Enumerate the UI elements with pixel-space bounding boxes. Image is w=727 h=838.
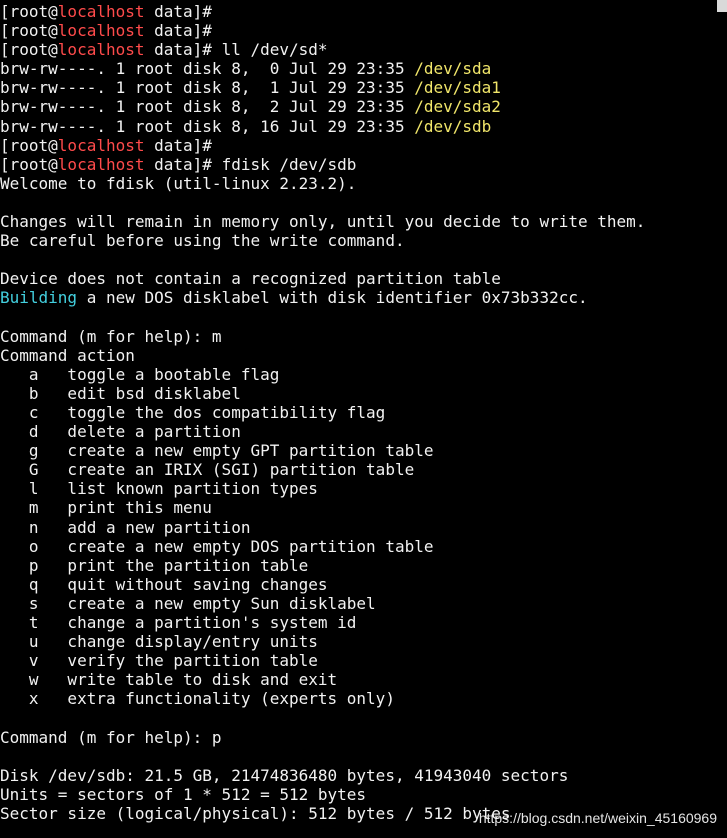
terminal-text-segment: a new DOS disklabel with disk identifier… [77, 288, 588, 308]
terminal-text-segment: Welcome to fdisk (util-linux 2.23.2). [0, 173, 357, 193]
terminal-text-segment: b edit bsd disklabel [0, 383, 241, 403]
terminal-line: brw-rw----. 1 root disk 8, 0 Jul 29 23:3… [0, 59, 727, 78]
terminal-text-segment: n add a new partition [0, 517, 251, 537]
terminal-text-segment: localhost [57, 135, 145, 155]
terminal-line: Welcome to fdisk (util-linux 2.23.2). [0, 174, 727, 193]
terminal-line: s create a new empty Sun disklabel [0, 594, 727, 613]
terminal-text-segment: d delete a partition [0, 422, 241, 442]
terminal-text-segment: data]# ll /dev/sd* [144, 40, 328, 60]
window-corner [717, 0, 727, 12]
terminal-line: c toggle the dos compatibility flag [0, 403, 727, 422]
terminal-line: [root@localhost data]# fdisk /dev/sdb [0, 155, 727, 174]
terminal-text-segment: w write table to disk and exit [0, 670, 338, 690]
terminal-text-segment: brw-rw----. 1 root disk 8, 1 Jul 29 23:3… [0, 78, 415, 98]
terminal-line: [root@localhost data]# [0, 136, 727, 155]
terminal-text-segment: a toggle a bootable flag [0, 364, 280, 384]
terminal-line: brw-rw----. 1 root disk 8, 2 Jul 29 23:3… [0, 97, 727, 116]
terminal-text-segment: [root@ [0, 135, 58, 155]
terminal-text-segment: [root@ [0, 154, 58, 174]
terminal-line: Units = sectors of 1 * 512 = 512 bytes [0, 785, 727, 804]
terminal-text-segment: Units = sectors of 1 * 512 = 512 bytes [0, 784, 367, 804]
terminal-text-segment: l list known partition types [0, 479, 318, 499]
terminal-line: [root@localhost data]# ll /dev/sd* [0, 40, 727, 59]
terminal-text-segment: G create an IRIX (SGI) partition table [0, 460, 415, 480]
terminal-text-segment: t change a partition's system id [0, 613, 357, 632]
terminal-text-segment: /dev/sda1 [414, 78, 501, 98]
terminal-line: [root@localhost data]# [0, 21, 727, 40]
terminal-line: a toggle a bootable flag [0, 365, 727, 384]
terminal-line: Disk /dev/sdb: 21.5 GB, 21474836480 byte… [0, 766, 727, 785]
terminal-text-segment: data]# [144, 21, 212, 41]
terminal-line: d delete a partition [0, 422, 727, 441]
terminal-line: u change display/entry units [0, 632, 727, 651]
terminal-line: brw-rw----. 1 root disk 8, 16 Jul 29 23:… [0, 117, 727, 136]
terminal-line: brw-rw----. 1 root disk 8, 1 Jul 29 23:3… [0, 78, 727, 97]
terminal-window[interactable]: [root@localhost data]# [root@localhost da… [0, 0, 727, 838]
terminal-line: x extra functionality (experts only) [0, 689, 727, 708]
terminal-line: v verify the partition table [0, 651, 727, 670]
terminal-line: l list known partition types [0, 479, 727, 498]
terminal-line: t change a partition's system id [0, 613, 727, 632]
terminal-line: w write table to disk and exit [0, 670, 727, 689]
terminal-text-segment: x extra functionality (experts only) [0, 689, 395, 709]
terminal-text-segment: Command action [0, 345, 135, 365]
terminal-text-segment: Be careful before using the write comman… [0, 231, 405, 251]
terminal-text-segment: o create a new empty DOS partition table [0, 536, 434, 556]
terminal-text-segment: /dev/sdb [414, 116, 492, 136]
terminal-text-segment: m print this menu [0, 498, 212, 518]
terminal-text-segment: Building [0, 288, 78, 308]
terminal-line: g create a new empty GPT partition table [0, 441, 727, 460]
terminal-line: Be careful before using the write comman… [0, 231, 727, 250]
terminal-line: Command (m for help): m [0, 327, 727, 346]
terminal-line: Changes will remain in memory only, unti… [0, 212, 727, 231]
terminal-text-segment: localhost [57, 2, 145, 21]
terminal-text-segment: /dev/sda [414, 59, 492, 79]
terminal-line: G create an IRIX (SGI) partition table [0, 460, 727, 479]
terminal-text-segment: Command (m for help): p [0, 727, 222, 747]
terminal-text-segment: Changes will remain in memory only, unti… [0, 212, 646, 232]
terminal-text-segment: p print the partition table [0, 555, 309, 575]
terminal-text-segment: brw-rw----. 1 root disk 8, 16 Jul 29 23:… [0, 116, 415, 136]
terminal-line: o create a new empty DOS partition table [0, 537, 727, 556]
terminal-line: m print this menu [0, 498, 727, 517]
terminal-text-segment: v verify the partition table [0, 651, 318, 671]
terminal-text-segment: brw-rw----. 1 root disk 8, 0 Jul 29 23:3… [0, 59, 415, 79]
terminal-line: Building a new DOS disklabel with disk i… [0, 288, 727, 307]
terminal-line: Device does not contain a recognized par… [0, 269, 727, 288]
terminal-output: [root@localhost data]# [root@localhost da… [0, 2, 727, 823]
terminal-line: [root@localhost data]# [0, 2, 727, 21]
terminal-text-segment: c toggle the dos compatibility flag [0, 402, 386, 422]
terminal-text-segment: Device does not contain a recognized par… [0, 269, 501, 289]
terminal-line: Command action [0, 346, 727, 365]
terminal-text-segment: [root@ [0, 21, 58, 41]
terminal-line: Command (m for help): p [0, 728, 727, 747]
terminal-text-segment: Sector size (logical/physical): 512 byte… [0, 803, 511, 823]
terminal-text-segment: data]# fdisk /dev/sdb [144, 154, 357, 174]
terminal-line: p print the partition table [0, 556, 727, 575]
terminal-text-segment: data]# [144, 135, 212, 155]
terminal-text-segment: q quit without saving changes [0, 574, 328, 594]
terminal-text-segment: /dev/sda2 [414, 97, 501, 117]
terminal-text-segment: Disk /dev/sdb: 21.5 GB, 21474836480 byte… [0, 765, 569, 785]
terminal-line: q quit without saving changes [0, 575, 727, 594]
terminal-text-segment: [root@ [0, 2, 58, 21]
terminal-text-segment: g create a new empty GPT partition table [0, 441, 434, 461]
terminal-text-segment: brw-rw----. 1 root disk 8, 2 Jul 29 23:3… [0, 97, 415, 117]
terminal-line: b edit bsd disklabel [0, 384, 727, 403]
terminal-text-segment: localhost [57, 21, 145, 41]
terminal-text-segment: [root@ [0, 40, 58, 60]
terminal-text-segment: Command (m for help): m [0, 326, 222, 346]
terminal-text-segment: localhost [57, 40, 145, 60]
terminal-line: n add a new partition [0, 518, 727, 537]
terminal-text-segment: s create a new empty Sun disklabel [0, 593, 376, 613]
terminal-text-segment: localhost [57, 154, 145, 174]
terminal-text-segment: data]# [144, 2, 212, 21]
terminal-text-segment: u change display/entry units [0, 632, 318, 652]
watermark: https://blog.csdn.net/weixin_45160969 [478, 809, 717, 826]
